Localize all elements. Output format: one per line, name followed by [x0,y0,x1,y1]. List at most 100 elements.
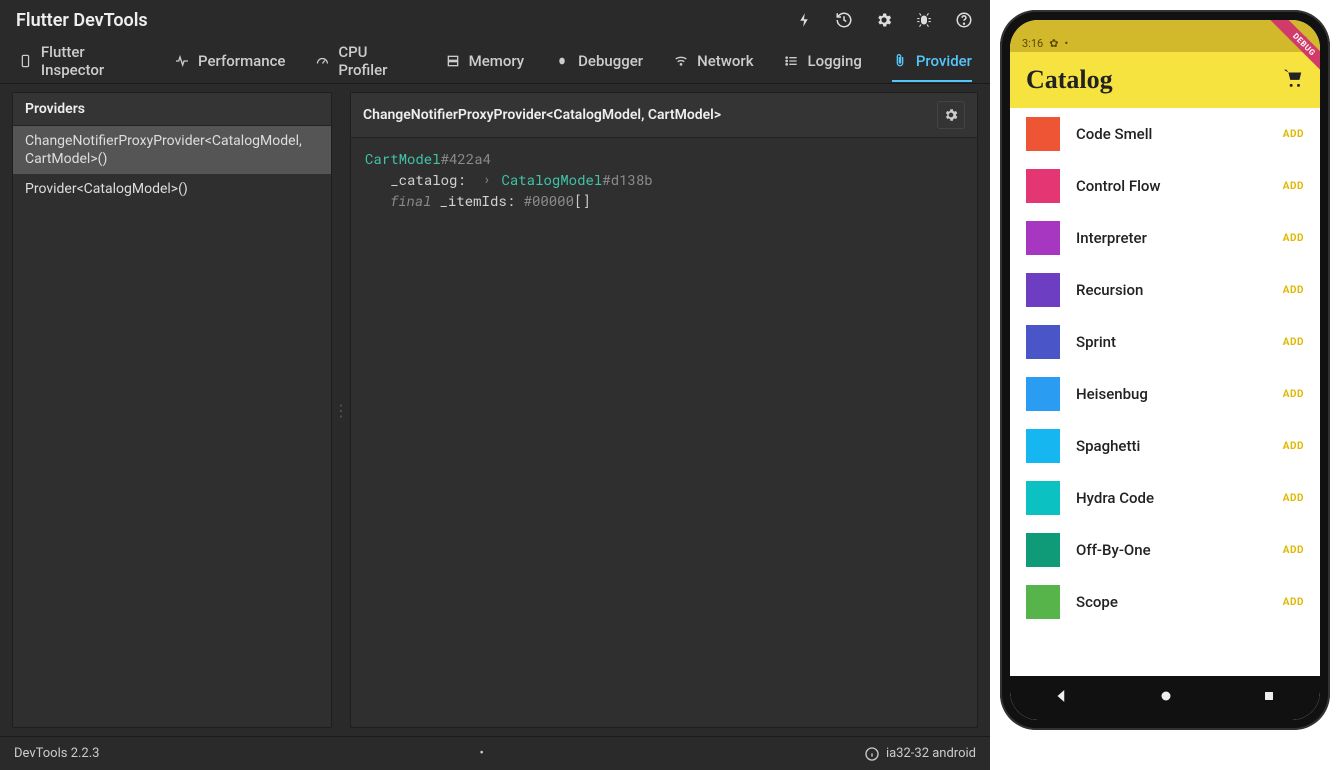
detail-panel-header: ChangeNotifierProxyProvider<CatalogModel… [351,93,977,138]
catalog-item-label: Hydra Code [1076,489,1267,507]
catalog-item[interactable]: Spaghetti ADD [1010,420,1320,472]
catalog-item-label: Interpreter [1076,229,1267,247]
provider-item[interactable]: Provider<CatalogModel>() [13,174,331,204]
add-button[interactable]: ADD [1283,181,1304,192]
history-icon[interactable] [834,10,854,30]
catalog-item[interactable]: Code Smell ADD [1010,108,1320,160]
footer-version: DevTools 2.2.3 [14,746,99,761]
tab-memory[interactable]: Memory [445,42,525,82]
color-swatch [1026,585,1060,619]
tab-performance[interactable]: Performance [174,42,285,82]
tab-logging[interactable]: Logging [784,42,862,82]
color-swatch [1026,273,1060,307]
providers-list: ChangeNotifierProxyProvider<CatalogModel… [13,126,331,727]
status-dot: • [1064,37,1068,50]
panel-resize-handle[interactable]: ⋮ [336,92,346,728]
add-button[interactable]: ADD [1283,545,1304,556]
phone-icon [18,53,33,69]
catalog-item-label: Off-By-One [1076,541,1267,559]
cart-button[interactable] [1282,67,1304,93]
bolt-icon[interactable] [794,10,814,30]
tab-provider[interactable]: Provider [892,42,972,82]
devtools-footer: DevTools 2.2.3 • ia32-32 android [0,736,990,770]
tab-network[interactable]: Network [673,42,753,82]
tree-row[interactable]: _catalog: › CatalogModel#d138b [365,169,963,190]
stack-icon [445,53,461,69]
tab-flutter-inspector[interactable]: Flutter Inspector [18,33,144,91]
catalog-item-label: Heisenbug [1076,385,1267,403]
gear-icon [943,107,959,123]
tab-cpu-profiler[interactable]: CPU Profiler [315,33,414,91]
color-swatch [1026,325,1060,359]
catalog-item-label: Scope [1076,593,1267,611]
modifier-token: final [390,191,439,210]
tab-label: Network [697,52,753,70]
add-button[interactable]: ADD [1283,597,1304,608]
catalog-item[interactable]: Interpreter ADD [1010,212,1320,264]
bug-icon[interactable] [914,10,934,30]
app-bar: Catalog [1010,52,1320,108]
phone-frame: DEBUG 3:16 ✿ • Catalog Code SmellADDCont… [1000,10,1330,730]
color-swatch [1026,429,1060,463]
catalog-item[interactable]: Off-By-One ADD [1010,524,1320,576]
devtools-tabs: Flutter Inspector Performance CPU Profil… [0,40,990,84]
add-button[interactable]: ADD [1283,129,1304,140]
add-button[interactable]: ADD [1283,493,1304,504]
add-button[interactable]: ADD [1283,233,1304,244]
providers-panel-title: Providers [25,101,85,117]
hash-token: #d138b [602,170,652,189]
tree-row[interactable]: CartModel#422a4 [365,148,963,169]
catalog-list[interactable]: Code Smell ADD Control Flow ADD Interpreter A… [1010,108,1320,676]
app-title: Flutter DevTools [16,10,148,31]
catalog-item[interactable]: RecursionADD [1010,264,1320,316]
provider-item[interactable]: ChangeNotifierProxyProvider<CatalogModel… [13,126,331,174]
add-button[interactable]: ADD [1283,285,1304,296]
gauge-icon [315,53,330,69]
tab-label: Logging [808,52,862,70]
devtools-header: Flutter DevTools [0,0,990,40]
tab-label: Flutter Inspector [41,43,144,79]
footer-separator: • [480,746,484,761]
catalog-item[interactable]: Control Flow ADD [1010,160,1320,212]
catalog-item[interactable]: Hydra Code ADD [1010,472,1320,524]
catalog-item-label: Control Flow [1076,177,1267,195]
tab-label: Provider [916,52,972,70]
field-key: _catalog: [390,170,466,189]
nav-back-button[interactable] [1053,687,1071,709]
phone-screen: DEBUG 3:16 ✿ • Catalog Code SmellADDCont… [1010,20,1320,720]
hash-token: #422a4 [441,149,491,168]
catalog-item-label: Code Smell [1076,125,1267,143]
catalog-item-label: Spaghetti [1076,437,1267,455]
add-button[interactable]: ADD [1283,389,1304,400]
detail-settings-button[interactable] [937,101,965,129]
detail-panel-title: ChangeNotifierProxyProvider<CatalogModel… [363,107,721,123]
catalog-item[interactable]: Heisenbug ADD [1010,368,1320,420]
hash-token: #00000 [524,191,574,210]
settings-icon[interactable] [874,10,894,30]
pulse-icon [174,53,190,69]
emulator-pane: DEBUG 3:16 ✿ • Catalog Code SmellADDCont… [990,0,1340,770]
catalog-item[interactable]: Scope ADD [1010,576,1320,628]
devtools-window: Flutter DevTools Flutter Inspector [0,0,990,770]
object-tree: CartModel#422a4 _catalog: › CatalogModel… [351,138,977,221]
attach-icon [892,53,908,69]
detail-body: CartModel#422a4 _catalog: › CatalogModel… [351,138,977,727]
provider-detail-panel: ChangeNotifierProxyProvider<CatalogModel… [350,92,978,728]
tab-label: Performance [198,52,285,70]
tree-row[interactable]: final _itemIds: #00000[] [365,190,963,211]
info-icon [864,746,880,762]
tab-label: Memory [469,52,525,70]
gear-small-icon: ✿ [1049,37,1058,50]
status-bar: 3:16 ✿ • [1010,20,1320,52]
tab-debugger[interactable]: Debugger [554,42,643,82]
add-button[interactable]: ADD [1283,337,1304,348]
help-icon[interactable] [954,10,974,30]
catalog-item[interactable]: SprintADD [1010,316,1320,368]
add-button[interactable]: ADD [1283,441,1304,452]
nav-home-button[interactable] [1157,687,1175,709]
nav-recent-button[interactable] [1261,688,1277,708]
header-actions [794,10,974,30]
color-swatch [1026,481,1060,515]
color-swatch [1026,377,1060,411]
app-bar-title: Catalog [1026,65,1113,95]
